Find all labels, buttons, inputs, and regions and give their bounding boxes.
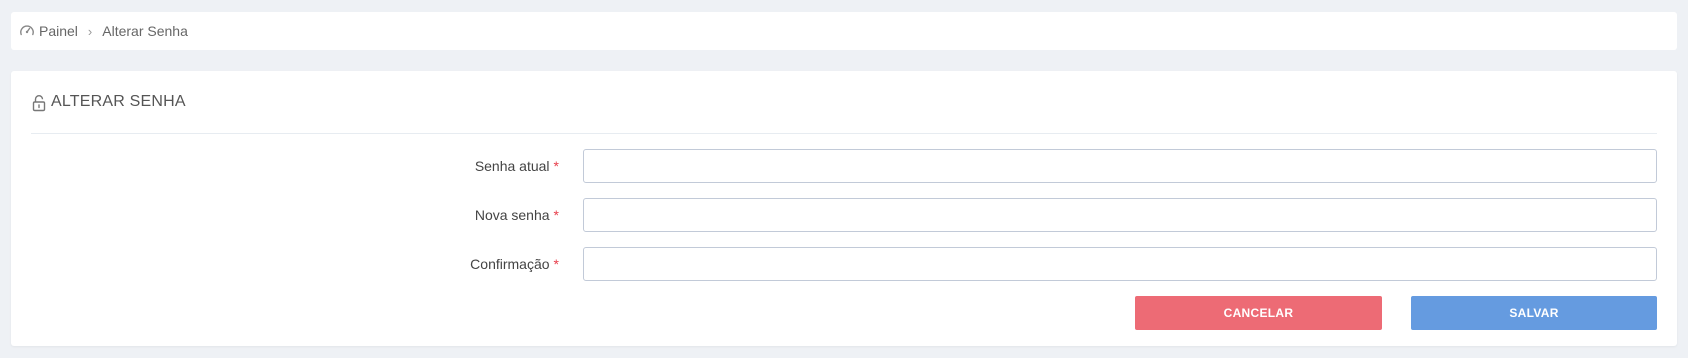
current-password-row: Senha atual * bbox=[11, 149, 1677, 183]
new-password-input[interactable] bbox=[583, 198, 1657, 232]
breadcrumb: Painel › Alterar Senha bbox=[11, 12, 1677, 50]
confirm-password-label: Confirmação * bbox=[470, 256, 559, 272]
cancel-button[interactable]: CANCELAR bbox=[1135, 296, 1382, 330]
breadcrumb-current: Alterar Senha bbox=[102, 23, 188, 39]
save-button[interactable]: SALVAR bbox=[1411, 296, 1657, 330]
change-password-panel: ALTERAR SENHA Senha atual * Nova senha * C… bbox=[11, 71, 1677, 346]
new-password-label: Nova senha * bbox=[474, 207, 559, 223]
lock-icon bbox=[31, 94, 47, 112]
new-password-row: Nova senha * bbox=[11, 198, 1677, 232]
confirm-password-input[interactable] bbox=[583, 247, 1657, 281]
required-asterisk: * bbox=[553, 207, 559, 223]
required-asterisk: * bbox=[553, 256, 559, 272]
panel-title: ALTERAR SENHA bbox=[51, 93, 186, 110]
dashboard-icon bbox=[19, 23, 35, 39]
current-password-label: Senha atual * bbox=[474, 158, 559, 174]
chevron-right-icon: › bbox=[87, 23, 93, 39]
required-asterisk: * bbox=[553, 158, 559, 174]
confirm-password-row: Confirmação * bbox=[11, 247, 1677, 281]
current-password-input[interactable] bbox=[583, 149, 1657, 183]
panel-header: ALTERAR SENHA bbox=[31, 93, 1657, 134]
breadcrumb-home-link[interactable]: Painel bbox=[39, 23, 78, 39]
